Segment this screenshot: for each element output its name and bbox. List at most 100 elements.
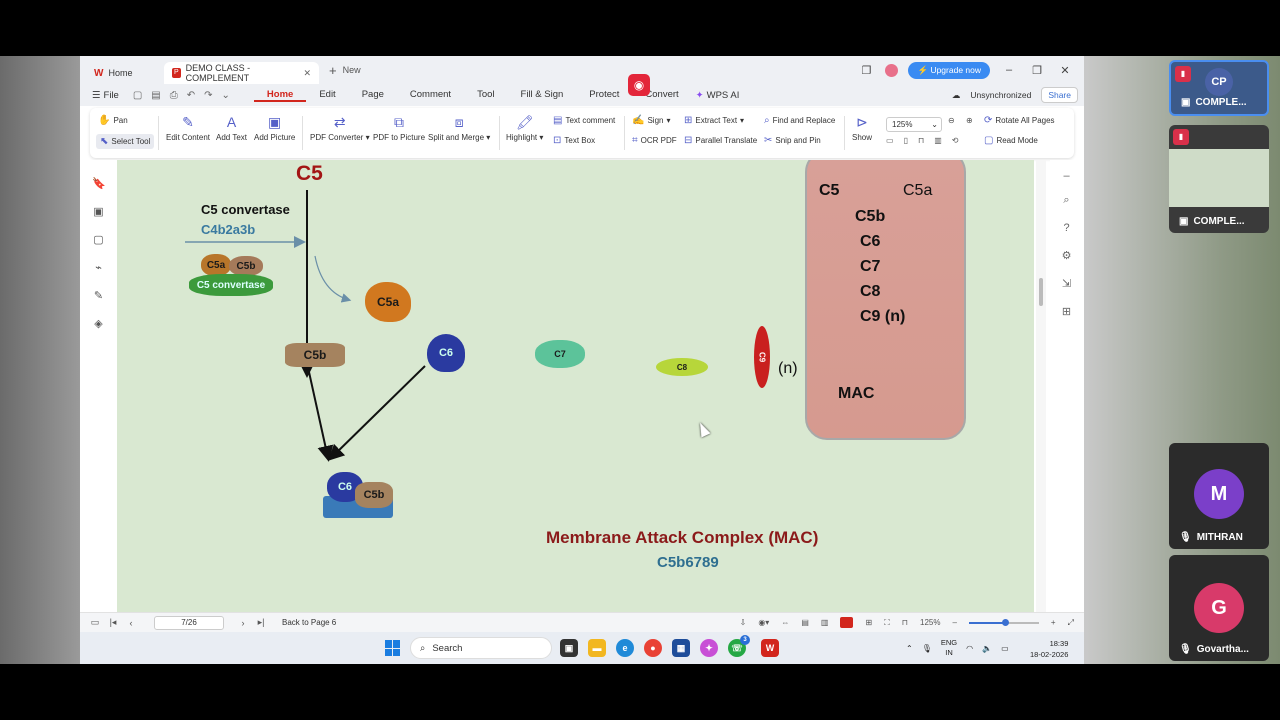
settings-sliders-icon[interactable]: ⚙ xyxy=(1060,250,1073,263)
collapse-icon[interactable]: – xyxy=(1060,170,1073,183)
volume-icon[interactable]: 🔈 xyxy=(982,644,992,653)
undo-icon[interactable]: ↶ xyxy=(187,90,195,101)
tab-home[interactable]: W Home xyxy=(86,62,164,84)
layers-icon[interactable]: ◈ xyxy=(92,318,105,331)
text-box-button[interactable]: ⊡ Text Box xyxy=(553,135,595,146)
share-button[interactable]: Share xyxy=(1041,87,1078,103)
pdf-to-picture-button[interactable]: ⧉ PDF to Picture xyxy=(373,114,425,142)
page-number-input[interactable]: 7/26 xyxy=(154,615,224,630)
select-tool[interactable]: ⬉ Select Tool xyxy=(96,134,155,149)
chevron-up-icon[interactable]: ⌃ xyxy=(906,644,913,653)
microphone-icon[interactable]: 🎙 xyxy=(922,644,932,653)
scroll-thumb[interactable] xyxy=(1039,278,1043,306)
rotate-all-button[interactable]: ⟳ Rotate All Pages xyxy=(984,115,1055,126)
upgrade-button[interactable]: ⚡ Upgrade now xyxy=(908,61,990,79)
wps-ai-menu[interactable]: ✦ WPS AI xyxy=(696,90,740,101)
participant-tile-screen[interactable]: ▮ ▣ COMPLE... xyxy=(1169,125,1269,233)
save-icon[interactable]: ▤ xyxy=(151,90,160,101)
record-button[interactable]: ◉ xyxy=(628,74,650,96)
zoom-out-icon[interactable]: ⊖ xyxy=(948,116,955,125)
show-button[interactable]: ⊳ Show xyxy=(852,114,872,142)
sidebar-toggle-icon[interactable]: ▭ xyxy=(86,617,104,628)
export-page-icon[interactable]: ⇩ xyxy=(740,618,747,627)
help-icon[interactable]: ? xyxy=(1060,222,1073,235)
zoom-in-icon[interactable]: ⊕ xyxy=(966,116,973,125)
text-comment-button[interactable]: ▤ Text comment xyxy=(553,115,615,126)
zoom-in-icon[interactable]: + xyxy=(1051,618,1056,627)
back-to-page-link[interactable]: Back to Page 6 xyxy=(282,618,336,627)
clock[interactable]: 18:39 18-02-2026 xyxy=(1030,638,1068,660)
ocr-pdf-button[interactable]: ⌗ OCR PDF xyxy=(632,135,677,146)
file-menu[interactable]: ☰ File xyxy=(92,90,119,101)
add-picture-button[interactable]: ▣ Add Picture xyxy=(254,114,295,142)
fit-screen-icon[interactable]: ⛶ xyxy=(884,618,890,628)
sign-button[interactable]: ✍ Sign ▾ xyxy=(632,115,670,126)
copilot-icon[interactable]: ✦ xyxy=(700,639,718,657)
grid-icon[interactable]: ⊞ xyxy=(1060,306,1073,319)
snip-pin-button[interactable]: ✂ Snip and Pin xyxy=(764,135,821,146)
pan-tool[interactable]: ✋ Pan xyxy=(98,115,128,126)
read-mode-button[interactable]: ▢ Read Mode xyxy=(984,135,1038,146)
expand-icon[interactable]: ⤢ xyxy=(1068,618,1074,628)
add-text-button[interactable]: A Add Text xyxy=(216,114,247,142)
menu-page[interactable]: Page xyxy=(349,89,397,102)
open-icon[interactable]: ▢ xyxy=(133,90,142,101)
close-tab-icon[interactable]: ✕ xyxy=(303,68,311,79)
eye-icon[interactable]: ◉▾ xyxy=(758,618,769,627)
fit-width-icon[interactable]: ⇔ xyxy=(781,618,789,627)
menu-home[interactable]: Home xyxy=(253,89,307,102)
rotate-view-icon[interactable]: ⟲ xyxy=(952,136,959,145)
participant-tile-mithran[interactable]: M 🎙 MITHRAN xyxy=(1169,443,1269,549)
bookmark-icon[interactable]: 🔖 xyxy=(92,178,106,191)
attachment-icon[interactable]: ⌁ xyxy=(92,262,105,275)
menu-tool[interactable]: Tool xyxy=(464,89,507,102)
whatsapp-icon[interactable]: ☏ 3 xyxy=(728,635,750,657)
windows-start-icon[interactable] xyxy=(385,640,401,656)
wps-taskbar-icon[interactable]: W xyxy=(761,639,779,657)
edge-icon[interactable]: e xyxy=(616,639,634,657)
sync-status[interactable]: Unsynchronized xyxy=(970,90,1031,100)
export-icon[interactable]: ⇲ xyxy=(1060,278,1073,291)
extract-text-button[interactable]: ⊞ Extract Text ▾ xyxy=(684,115,744,126)
print-icon[interactable]: ⎙ xyxy=(170,90,178,101)
fullscreen-view-icon[interactable]: ⊞ xyxy=(865,618,872,627)
comment-panel-icon[interactable]: ▢ xyxy=(92,234,105,247)
last-page-icon[interactable]: ▸| xyxy=(252,617,270,628)
task-view-icon[interactable]: ▣ xyxy=(560,639,578,657)
prev-page-icon[interactable]: ‹ xyxy=(122,618,140,628)
first-page-icon[interactable]: |◂ xyxy=(104,617,122,628)
new-tab-button[interactable]: + New xyxy=(329,63,361,78)
zoom-slider[interactable] xyxy=(968,618,1039,626)
pdf-converter-button[interactable]: ⇄ PDF Converter ▾ xyxy=(310,114,370,142)
menu-comment[interactable]: Comment xyxy=(397,89,464,102)
restore-tabs-icon[interactable]: ❐ xyxy=(857,64,875,77)
fit-page-icon[interactable]: ⊓ xyxy=(918,136,924,145)
continuous-icon[interactable]: ▥ xyxy=(934,136,942,145)
redo-icon[interactable]: ↷ xyxy=(204,90,212,101)
vertical-scrollbar[interactable] xyxy=(1036,160,1046,612)
parallel-translate-button[interactable]: ⊟ Parallel Translate xyxy=(684,135,757,146)
play-slideshow-icon[interactable] xyxy=(840,617,854,628)
language-indicator[interactable]: ENG IN xyxy=(941,638,957,658)
bookmark-view-icon[interactable]: ⊓ xyxy=(902,618,908,627)
wifi-icon[interactable]: ◠ xyxy=(966,644,973,653)
next-page-icon[interactable]: › xyxy=(234,618,252,628)
minimize-icon[interactable]: – xyxy=(1000,64,1018,76)
edit-content-button[interactable]: ✎ Edit Content xyxy=(166,114,210,142)
single-view-icon[interactable]: ▤ xyxy=(801,618,809,627)
chrome-icon[interactable]: ● xyxy=(644,639,662,657)
split-merge-button[interactable]: ⧈ Split and Merge ▾ xyxy=(428,114,490,142)
highlight-button[interactable]: 🖍 Highlight ▾ xyxy=(506,114,543,142)
single-page-icon[interactable]: ▭ xyxy=(886,136,894,145)
user-avatar[interactable] xyxy=(885,63,899,77)
menu-protect[interactable]: Protect xyxy=(576,89,632,102)
chevron-down-icon[interactable]: ⌄ xyxy=(222,90,230,101)
zoom-level[interactable]: 125% xyxy=(920,618,940,627)
tab-document[interactable]: P DEMO CLASS - COMPLEMENT ✕ xyxy=(164,62,319,84)
maximize-icon[interactable]: ❐ xyxy=(1028,64,1046,77)
thumbnail-icon[interactable]: ▣ xyxy=(92,206,105,219)
double-view-icon[interactable]: ▥ xyxy=(821,618,829,627)
search-icon[interactable]: ⌕ xyxy=(1060,194,1073,207)
menu-edit[interactable]: Edit xyxy=(306,89,348,102)
zoom-out-icon[interactable]: – xyxy=(952,618,956,627)
